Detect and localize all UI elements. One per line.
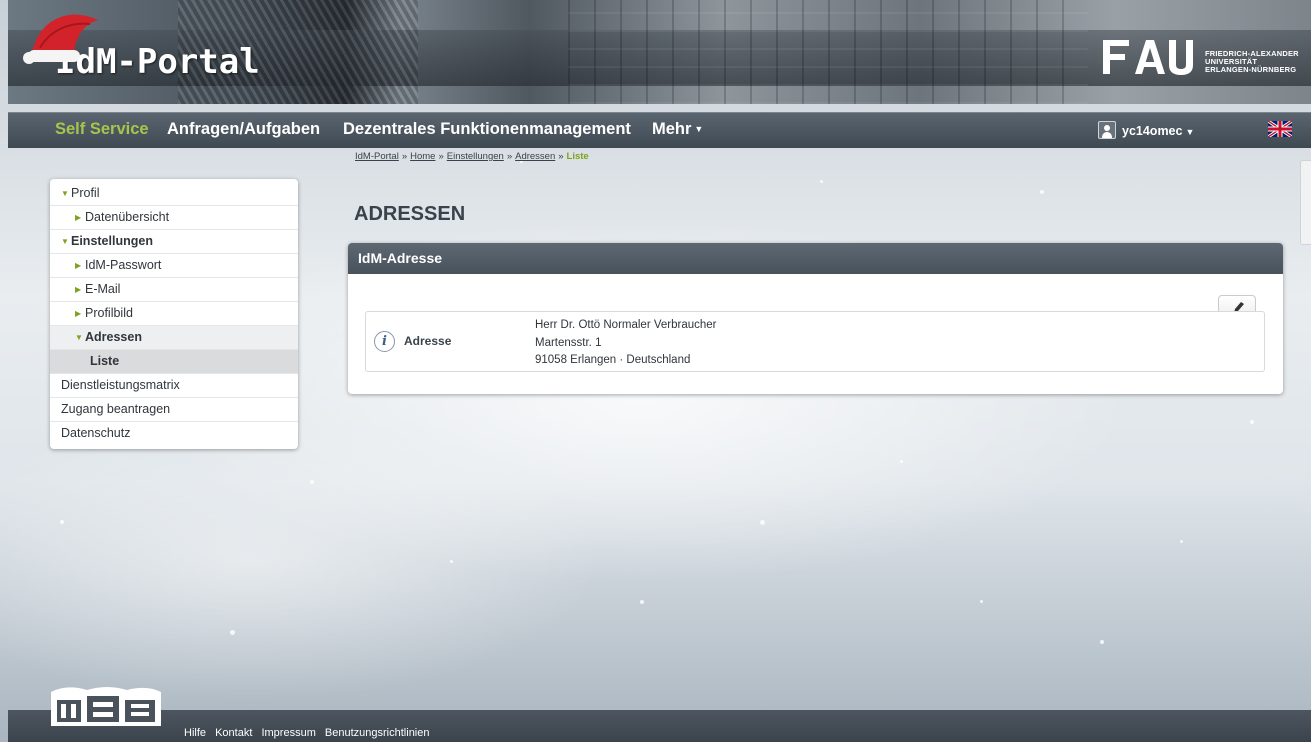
breadcrumb-separator: »: [401, 151, 408, 162]
sidebar-item-label: Liste: [90, 354, 120, 368]
nav-self-service[interactable]: Self Service: [55, 120, 149, 139]
triangle-right-icon: ▶: [75, 285, 82, 294]
footer-link-impressum[interactable]: Impressum: [261, 727, 315, 739]
breadcrumb-home[interactable]: Home: [410, 151, 435, 162]
sidebar-item-label: Dienstleistungsmatrix: [61, 378, 180, 392]
sidebar-item-datenschutz[interactable]: Datenschutz: [50, 422, 298, 446]
breadcrumb-adressen[interactable]: Adressen: [515, 151, 555, 162]
nav-dezentrales-funktionenmanagement[interactable]: Dezentrales Funktionenmanagement: [343, 120, 631, 139]
main-nav: Self Service Anfragen/Aufgaben Dezentral…: [8, 112, 1311, 148]
sidebar-item-profil[interactable]: ▼ Profil: [50, 182, 298, 206]
santa-hat-icon: [23, 14, 98, 64]
triangle-down-icon: ▼: [61, 237, 69, 246]
sidebar-item-einstellungen[interactable]: ▼ Einstellungen: [50, 230, 298, 254]
sidebar-item-label: E-Mail: [85, 282, 121, 296]
address-label: Adresse: [404, 334, 452, 348]
triangle-down-icon: ▼: [61, 189, 69, 198]
sidebar-item-email[interactable]: ▶ E-Mail: [50, 278, 298, 302]
footer-links: Hilfe Kontakt Impressum Benutzungsrichtl…: [184, 727, 436, 739]
sidebar-item-label: Profilbild: [85, 306, 133, 320]
sidebar-item-zugang-beantragen[interactable]: Zugang beantragen: [50, 398, 298, 422]
sidebar-item-label: Zugang beantragen: [61, 402, 171, 416]
site-footer: Hilfe Kontakt Impressum Benutzungsrichtl…: [8, 710, 1311, 742]
sidebar-item-label: Adressen: [85, 330, 142, 344]
nav-mehr-label: Mehr: [652, 120, 692, 138]
triangle-right-icon: ▶: [75, 309, 82, 318]
address-line-name: Herr Dr. Ottö Normaler Verbraucher: [535, 319, 717, 331]
header-pattern-graphic: [568, 0, 1088, 104]
site-header: IdM-Portal FRIEDRICH-ALEXANDER UNIVERSIT…: [8, 0, 1311, 104]
address-line-city: 91058 Erlangen · Deutschland: [535, 354, 691, 366]
user-icon: [1098, 121, 1116, 139]
sidebar-item-label: Datenschutz: [61, 426, 131, 440]
idm-address-panel: IdM-Adresse i Adresse Herr Dr. Ottö Norm…: [348, 243, 1283, 394]
sidebar-item-adressen[interactable]: ▼ Adressen: [50, 326, 298, 350]
fau-logo[interactable]: FRIEDRICH-ALEXANDER UNIVERSITÄT ERLANGEN…: [1101, 38, 1301, 78]
sidebar-item-idm-passwort[interactable]: ▶ IdM-Passwort: [50, 254, 298, 278]
triangle-right-icon: ▶: [75, 261, 82, 270]
fau-logo-text: FRIEDRICH-ALEXANDER UNIVERSITÄT ERLANGEN…: [1205, 50, 1305, 74]
triangle-right-icon: ▶: [75, 213, 82, 222]
panel-title: IdM-Adresse: [348, 243, 1283, 274]
breadcrumb: IdM-Portal» Home» Einstellungen» Adressen» L…: [355, 151, 589, 162]
breadcrumb-current: Liste: [566, 151, 589, 162]
breadcrumb-separator: »: [506, 151, 513, 162]
side-feedback-tab[interactable]: [1300, 160, 1311, 245]
sidebar-item-label: Profil: [71, 186, 100, 200]
footer-link-hilfe[interactable]: Hilfe: [184, 727, 206, 739]
username: yc14omec: [1122, 124, 1183, 138]
nav-mehr[interactable]: Mehr ▼: [652, 120, 703, 139]
sidebar-item-profilbild[interactable]: ▶ Profilbild: [50, 302, 298, 326]
info-icon[interactable]: i: [374, 331, 395, 352]
sidebar: ▼ Profil ▶ Datenübersicht ▼ Einstellungen ▶…: [50, 179, 298, 449]
page-title: ADRESSEN: [354, 203, 466, 225]
footer-link-benutzungsrichtlinien[interactable]: Benutzungsrichtlinien: [325, 727, 430, 739]
rrze-logo-icon[interactable]: [47, 682, 163, 726]
address-lines: Herr Dr. Ottö Normaler Verbraucher Marte…: [535, 317, 717, 370]
breadcrumb-separator: »: [438, 151, 444, 162]
breadcrumb-einstellungen[interactable]: Einstellungen: [447, 151, 504, 162]
user-menu[interactable]: yc14omec ▼: [1098, 121, 1194, 141]
breadcrumb-separator: »: [558, 151, 564, 162]
triangle-down-icon: ▼: [75, 333, 83, 342]
fau-wordmark-icon: [1103, 40, 1193, 75]
nav-anfragen-aufgaben[interactable]: Anfragen/Aufgaben: [167, 120, 320, 139]
address-entry: i Adresse Herr Dr. Ottö Normaler Verbrau…: [365, 311, 1265, 372]
chevron-down-icon: ▼: [694, 124, 704, 134]
sidebar-item-dienstleistungsmatrix[interactable]: Dienstleistungsmatrix: [50, 374, 298, 398]
sidebar-item-label: Einstellungen: [71, 234, 153, 248]
sidebar-item-label: Datenübersicht: [85, 210, 170, 224]
breadcrumb-idm-portal[interactable]: IdM-Portal: [355, 151, 399, 162]
uk-flag-icon[interactable]: [1268, 121, 1292, 137]
sidebar-item-label: IdM-Passwort: [85, 258, 162, 272]
sidebar-item-datenuebersicht[interactable]: ▶ Datenübersicht: [50, 206, 298, 230]
chevron-down-icon: ▼: [1185, 127, 1195, 137]
fau-logo-line3: ERLANGEN-NÜRNBERG: [1205, 65, 1297, 74]
footer-link-kontakt[interactable]: Kontakt: [215, 727, 252, 739]
address-line-street: Martensstr. 1: [535, 336, 602, 349]
sidebar-item-liste[interactable]: Liste: [50, 350, 298, 374]
